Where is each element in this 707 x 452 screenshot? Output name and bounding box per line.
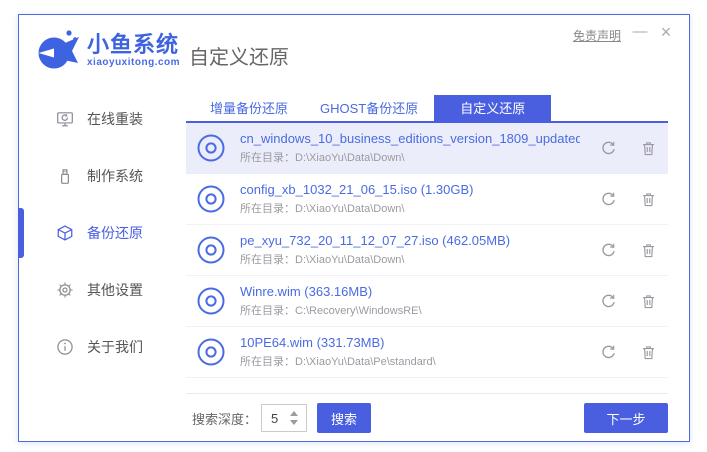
image-title: 10PE64.wim (331.73MB): [240, 335, 580, 350]
sidebar-item-about-us[interactable]: 关于我们: [19, 329, 186, 365]
image-list: cn_windows_10_business_editions_version_…: [186, 123, 668, 378]
tab-bar: 增量备份还原 GHOST备份还原 自定义还原: [186, 95, 668, 123]
refresh-icon: [600, 140, 617, 157]
list-item[interactable]: cn_windows_10_business_editions_version_…: [186, 123, 668, 174]
tab-incremental-backup-restore[interactable]: 增量备份还原: [194, 95, 304, 121]
refresh-button[interactable]: [596, 187, 620, 211]
delete-button[interactable]: [636, 136, 660, 160]
sidebar-item-label: 制作系统: [87, 166, 143, 186]
tab-ghost-backup-restore[interactable]: GHOST备份还原: [304, 95, 434, 121]
image-title: pe_xyu_732_20_11_12_07_27.iso (462.05MB): [240, 233, 580, 248]
brand-domain: xiaoyuxitong.com: [87, 57, 180, 68]
search-depth-input[interactable]: [262, 411, 288, 426]
list-item[interactable]: Winre.wim (363.16MB) 所在目录：C:\Recovery\Wi…: [186, 276, 668, 327]
sidebar-item-label: 其他设置: [87, 280, 143, 300]
image-path: 所在目录：D:\XiaoYu\Data\Pe\standard\: [240, 353, 580, 369]
next-step-button[interactable]: 下一步: [584, 403, 668, 433]
delete-button[interactable]: [636, 289, 660, 313]
image-title: config_xb_1032_21_06_15.iso (1.30GB): [240, 182, 580, 197]
usb-drive-icon: [56, 167, 74, 185]
brand-name: 小鱼系统: [87, 33, 180, 57]
gear-icon: [56, 281, 74, 299]
refresh-icon: [600, 191, 617, 208]
refresh-button[interactable]: [596, 289, 620, 313]
search-depth-label: 搜索深度：: [192, 409, 257, 428]
refresh-button[interactable]: [596, 238, 620, 262]
list-item[interactable]: pe_xyu_732_20_11_12_07_27.iso (462.05MB)…: [186, 225, 668, 276]
trash-icon: [640, 140, 657, 157]
image-title: cn_windows_10_business_editions_version_…: [240, 131, 580, 146]
minimize-button[interactable]: —: [629, 21, 651, 43]
sidebar-item-other-settings[interactable]: 其他设置: [19, 272, 186, 308]
refresh-icon: [600, 242, 617, 259]
refresh-button[interactable]: [596, 340, 620, 364]
list-item[interactable]: 10PE64.wim (331.73MB) 所在目录：D:\XiaoYu\Dat…: [186, 327, 668, 378]
info-icon: [56, 338, 74, 356]
sidebar-item-label: 备份还原: [87, 223, 143, 243]
stepper-down-icon[interactable]: [290, 420, 298, 425]
main-content: 增量备份还原 GHOST备份还原 自定义还原 cn_windows_10_bus…: [186, 95, 668, 378]
disc-image-icon: [196, 184, 226, 214]
close-button[interactable]: ×: [655, 21, 677, 43]
trash-icon: [640, 293, 657, 310]
refresh-icon: [600, 344, 617, 361]
sidebar-item-label: 关于我们: [87, 337, 143, 357]
search-button[interactable]: 搜索: [317, 403, 371, 433]
sidebar-item-make-system[interactable]: 制作系统: [19, 158, 186, 194]
fish-logo-icon: [35, 27, 81, 73]
refresh-icon: [600, 293, 617, 310]
trash-icon: [640, 242, 657, 259]
sidebar-item-label: 在线重装: [87, 109, 143, 129]
trash-icon: [640, 344, 657, 361]
search-depth-stepper: [261, 404, 307, 432]
tab-custom-restore[interactable]: 自定义还原: [434, 95, 551, 121]
backup-cube-icon: [56, 224, 74, 242]
list-item[interactable]: config_xb_1032_21_06_15.iso (1.30GB) 所在目…: [186, 174, 668, 225]
delete-button[interactable]: [636, 238, 660, 262]
delete-button[interactable]: [636, 340, 660, 364]
sidebar-item-online-reinstall[interactable]: 在线重装: [19, 101, 186, 137]
stepper-up-icon[interactable]: [290, 411, 298, 416]
disc-image-icon: [196, 337, 226, 367]
disc-image-icon: [196, 286, 226, 316]
image-path: 所在目录：D:\XiaoYu\Data\Down\: [240, 200, 580, 216]
trash-icon: [640, 191, 657, 208]
app-window: 小鱼系统 xiaoyuxitong.com 自定义还原 免责声明 — × 在线重…: [18, 14, 690, 442]
delete-button[interactable]: [636, 187, 660, 211]
app-logo: 小鱼系统 xiaoyuxitong.com: [35, 27, 180, 73]
footer-bar: 搜索深度： 搜索 下一步: [186, 393, 668, 433]
monitor-reinstall-icon: [56, 110, 74, 128]
refresh-button[interactable]: [596, 136, 620, 160]
image-path: 所在目录：D:\XiaoYu\Data\Down\: [240, 251, 580, 267]
disc-image-icon: [196, 133, 226, 163]
image-path: 所在目录：D:\XiaoYu\Data\Down\: [240, 149, 580, 165]
disclaimer-link[interactable]: 免责声明: [573, 27, 621, 44]
page-title: 自定义还原: [189, 41, 289, 70]
image-title: Winre.wim (363.16MB): [240, 284, 580, 299]
disc-image-icon: [196, 235, 226, 265]
image-path: 所在目录：C:\Recovery\WindowsRE\: [240, 302, 580, 318]
sidebar: 在线重装 制作系统 备份还原: [19, 101, 186, 386]
sidebar-item-backup-restore[interactable]: 备份还原: [19, 215, 186, 251]
